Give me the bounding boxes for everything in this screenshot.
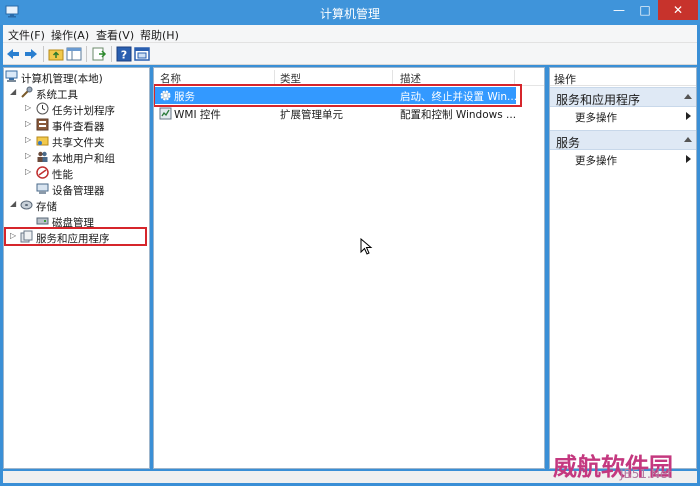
disk-icon [36,217,49,225]
section-title: 服务 [556,136,581,150]
section-title: 服务和应用程序 [556,93,641,107]
highlight-box [4,227,147,246]
list-item-wmi-control[interactable]: WMI 控件 扩展管理单元 配置和控制 Windows ... [154,105,516,122]
menu-action[interactable]: 操作(A) [51,27,89,43]
column-divider[interactable] [514,70,515,84]
back-arrow-icon[interactable] [5,46,21,62]
computer-icon [5,70,18,82]
navigation-tree-pane: 计算机管理(本地) ◢ 系统工具 ▷ 任务计划程序 ▷ 事件查看器 ▷ 共享文件… [3,67,150,469]
menu-help[interactable]: 帮助(H) [140,27,179,43]
more-actions-item[interactable]: 更多操作 [550,151,696,167]
performance-icon [36,166,49,179]
toolbar-separator [86,46,87,62]
expand-arrow-icon[interactable]: ▷ [25,167,33,177]
tree-item-label: 设备管理器 [52,185,105,197]
show-hide-tree-icon[interactable] [66,46,82,62]
more-actions-label: 更多操作 [575,155,617,167]
device-manager-icon [36,183,49,194]
tree-item-label: 任务计划程序 [52,105,115,117]
properties-icon[interactable] [134,46,150,62]
expand-arrow-icon[interactable]: ▷ [25,151,33,161]
minimize-button[interactable]: — [606,0,632,20]
collapse-arrow-icon[interactable]: ◢ [10,199,18,209]
export-list-icon[interactable] [91,46,107,62]
watermark-subtext: JB51.Net [620,467,672,481]
collapse-triangle-icon[interactable] [684,137,692,142]
menu-bar: 文件(F) 操作(A) 查看(V) 帮助(H) [3,25,697,43]
expand-arrow-icon[interactable]: ▷ [25,119,33,129]
help-icon[interactable]: ? [116,46,132,62]
actions-header: 操作 [550,68,696,86]
forward-arrow-icon[interactable] [23,46,39,62]
list-cell-type: 扩展管理单元 [280,109,343,121]
collapse-arrow-icon[interactable]: ◢ [10,87,18,97]
actions-pane: 操作 服务和应用程序 更多操作 服务 更多操作 [549,67,697,469]
expand-arrow-icon[interactable]: ▷ [25,103,33,113]
tree-item-label: 计算机管理(本地) [21,73,103,85]
title-bar: 计算机管理 — □ ✕ [0,0,700,25]
toolbar: ? [3,43,697,65]
more-actions-label: 更多操作 [575,112,617,124]
tree-item-label: 共享文件夹 [52,137,105,149]
up-folder-icon[interactable] [48,46,64,62]
toolbar-separator [43,46,44,62]
tree-item-label: 本地用户和组 [52,153,115,165]
collapse-triangle-icon[interactable] [684,94,692,99]
wmi-control-icon [159,107,172,120]
storage-icon [20,200,33,210]
menu-file[interactable]: 文件(F) [8,27,45,43]
close-button[interactable]: ✕ [658,0,698,20]
list-view-pane: 名称 类型 描述 服务 启动、终止并设置 Win... WMI 控件 扩展管理单… [153,67,545,469]
maximize-button[interactable]: □ [632,0,658,20]
computer-management-window: 计算机管理 — □ ✕ 文件(F) 操作(A) 查看(V) 帮助(H) ? 计算… [0,0,700,486]
mouse-pointer-icon [360,238,373,255]
users-icon [37,151,48,162]
column-divider[interactable] [274,70,275,84]
column-divider[interactable] [392,70,393,84]
actions-section-services-apps[interactable]: 服务和应用程序 [550,87,696,107]
expand-arrow-icon[interactable]: ▷ [25,135,33,145]
tree-item-label: 性能 [52,169,73,181]
toolbar-separator [111,46,112,62]
tree-item-label: 系统工具 [36,89,78,101]
submenu-arrow-icon [686,112,691,120]
list-cell-name: WMI 控件 [174,109,221,121]
tree-item-label: 事件查看器 [52,121,105,133]
submenu-arrow-icon [686,155,691,163]
clock-icon [36,102,49,115]
svg-text:?: ? [121,49,127,62]
list-cell-description: 配置和控制 Windows ... [400,109,517,121]
highlight-box [154,84,522,107]
tools-icon [21,86,33,98]
shared-folder-icon [36,136,49,146]
event-log-icon [36,118,49,131]
tree-item-label: 存储 [36,201,57,213]
actions-section-services[interactable]: 服务 [550,130,696,150]
window-title: 计算机管理 [319,7,380,21]
menu-view[interactable]: 查看(V) [96,27,134,43]
more-actions-item[interactable]: 更多操作 [550,108,696,124]
